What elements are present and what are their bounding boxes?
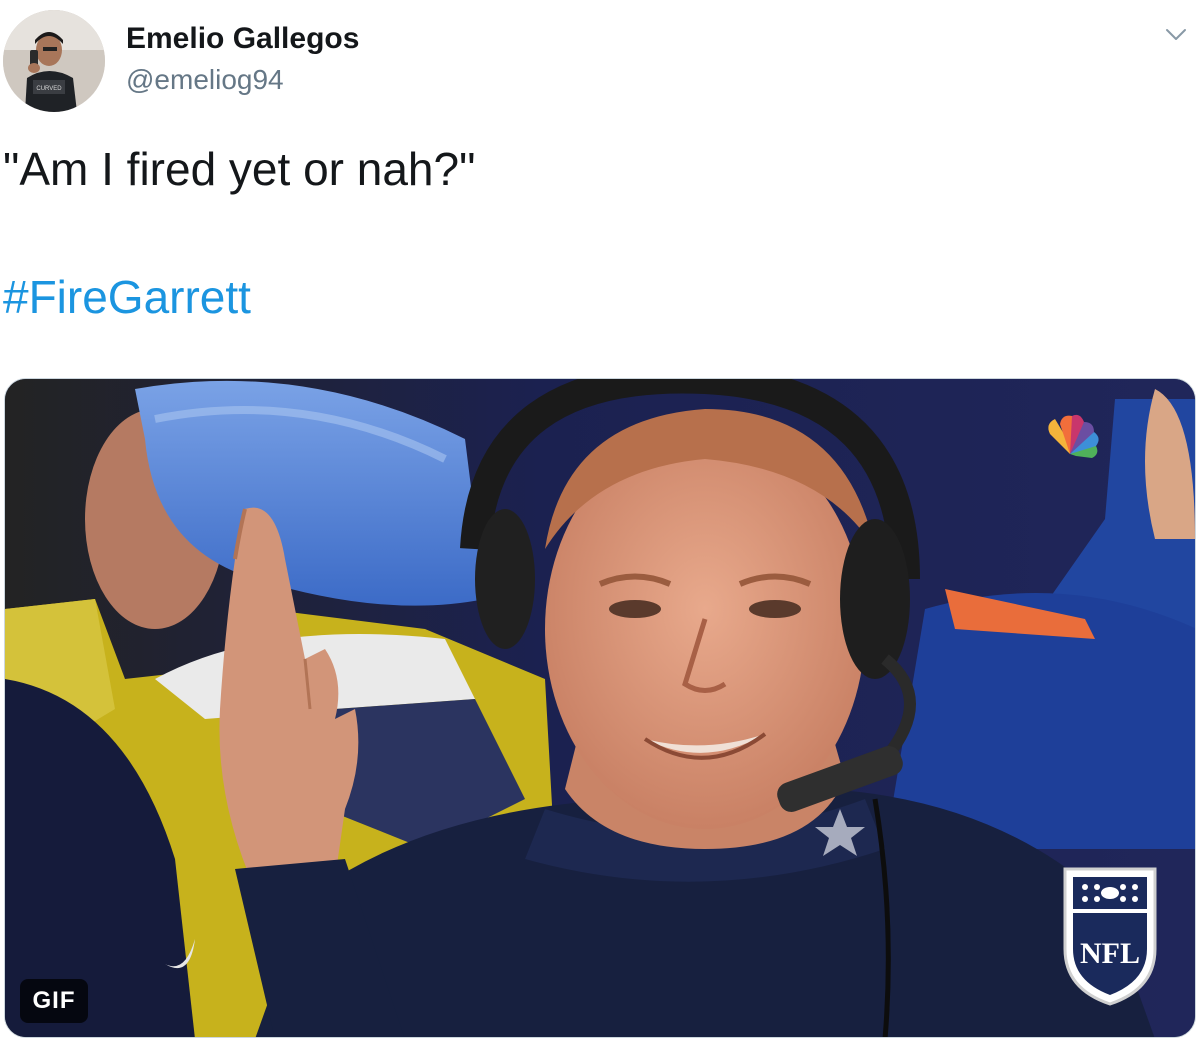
gif-badge: GIF	[20, 979, 88, 1023]
hashtag-link[interactable]: #FireGarrett	[3, 268, 251, 326]
svg-text:NFL: NFL	[1080, 937, 1140, 970]
nfl-shield-icon: NFL	[1063, 867, 1157, 1006]
svg-text:CURVED: CURVED	[36, 86, 62, 92]
author-handle[interactable]: @emeliog94	[126, 64, 284, 96]
tweet-header: CURVED Emelio Gallegos @emeliog94	[0, 0, 1200, 120]
author-display-name[interactable]: Emelio Gallegos	[126, 22, 359, 56]
tweet-card: CURVED Emelio Gallegos @emeliog94 "Am I …	[0, 0, 1200, 1038]
avatar[interactable]: CURVED	[3, 10, 105, 112]
gif-media[interactable]: NFL	[4, 378, 1196, 1038]
tweet-text: "Am I fired yet or nah?"	[3, 143, 476, 195]
chevron-down-icon[interactable]	[1164, 22, 1188, 46]
